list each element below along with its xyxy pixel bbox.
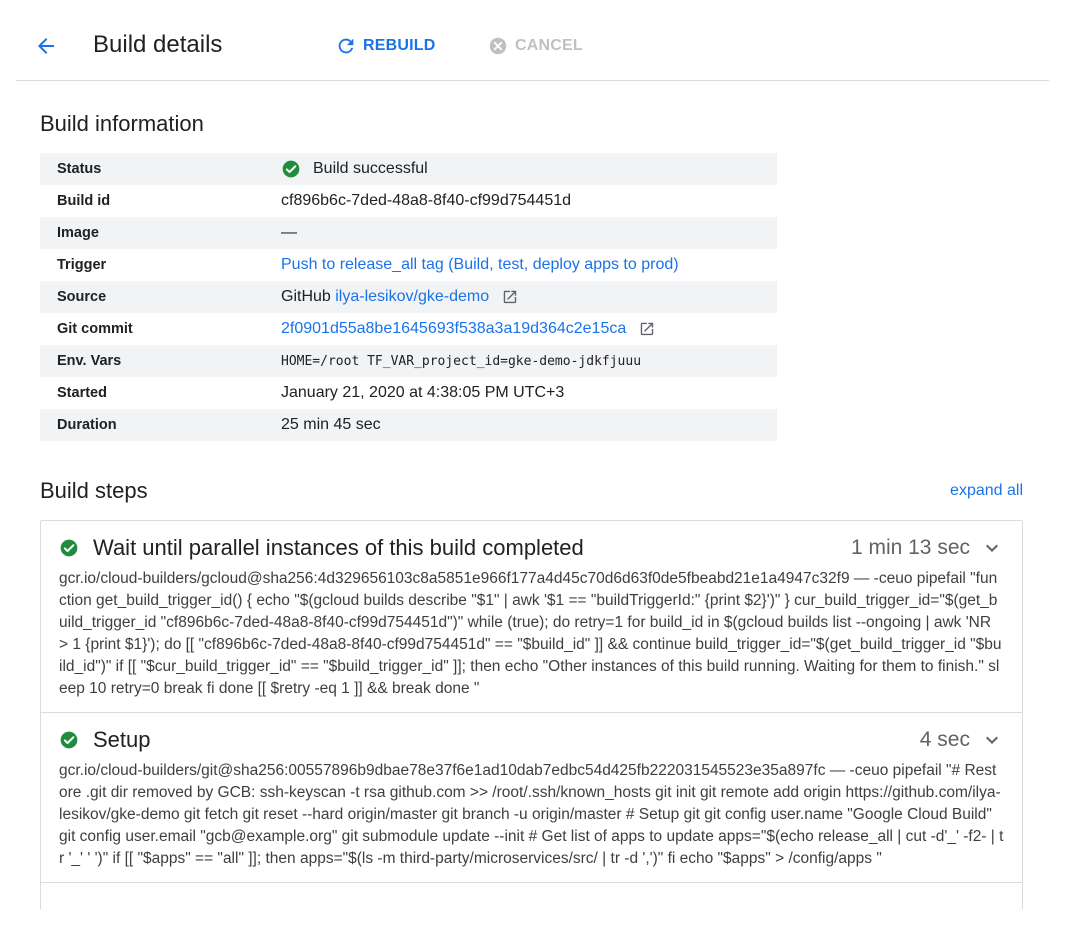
duration-value: 25 min 45 sec [281,416,381,433]
info-label: Trigger [57,257,107,273]
info-value: 2f0901d55a8be1645693f538a3a19d364c2e15ca [281,320,656,338]
info-value: Build successful [281,159,428,179]
step-header[interactable]: Setup 4 sec [59,727,1004,752]
step-duration: 1 min 13 sec [850,536,970,559]
info-row-source: Source GitHub ilya-lesikov/gke-demo [40,281,777,313]
build-info-table: Status Build successful Build id cf896b6… [40,153,777,441]
source-prefix: GitHub [281,288,331,305]
info-label: Source [57,289,107,305]
env-vars-value: HOME=/root TF_VAR_project_id=gke-demo-jd… [281,353,642,369]
info-row-started: Started January 21, 2020 at 4:38:05 PM U… [40,377,777,409]
cancel-circle-icon [489,37,507,55]
rebuild-label: REBUILD [363,37,436,54]
check-circle-icon [59,730,79,750]
step-command: gcr.io/cloud-builders/git@sha256:0055789… [59,762,1004,867]
chevron-down-icon[interactable] [980,728,1004,752]
info-label: Git commit [57,321,133,337]
info-label: Duration [57,417,117,433]
info-row-build-id: Build id cf896b6c-7ded-48a8-8f40-cf99d75… [40,185,777,217]
info-label: Started [57,385,107,401]
info-label: Status [57,161,102,177]
step-duration: 4 sec [919,728,970,751]
info-value: GitHub ilya-lesikov/gke-demo [281,288,519,306]
info-label: Image [57,225,99,241]
step-command: gcr.io/cloud-builders/gcloud@sha256:4d32… [59,570,1002,697]
info-row-env-vars: Env. Vars HOME=/root TF_VAR_project_id=g… [40,345,777,377]
info-row-git-commit: Git commit 2f0901d55a8be1645693f538a3a19… [40,313,777,345]
step-name: Setup [93,727,151,752]
step-header[interactable]: Wait until parallel instances of this bu… [59,535,1004,560]
open-in-new-icon[interactable] [501,288,519,306]
trigger-link[interactable]: Push to release_all tag (Build, test, de… [281,256,679,274]
page-title: Build details [93,31,223,58]
source-repo-link[interactable]: ilya-lesikov/gke-demo [335,288,489,306]
build-information-title: Build information [40,111,204,136]
chevron-down-icon[interactable] [980,536,1004,560]
expand-all-link[interactable]: expand all [950,482,1023,500]
refresh-icon [338,38,354,54]
cancel-button[interactable]: CANCEL [487,33,583,59]
rebuild-button[interactable]: REBUILD [335,33,436,59]
image-value: — [281,224,297,241]
info-row-image: Image — [40,217,777,249]
open-in-new-icon[interactable] [638,320,656,338]
back-button[interactable] [30,30,62,62]
started-value: January 21, 2020 at 4:38:05 PM UTC+3 [281,384,565,401]
build-steps-title: Build steps [40,478,148,503]
info-label: Build id [57,193,111,209]
info-label: Env. Vars [57,353,122,369]
info-row-trigger: Trigger Push to release_all tag (Build, … [40,249,777,281]
build-steps-list: Wait until parallel instances of this bu… [40,520,1023,910]
check-circle-icon [59,538,79,558]
info-row-duration: Duration 25 min 45 sec [40,409,777,441]
status-text: Build successful [313,160,428,177]
build-step[interactable]: Setup 4 sec gcr.io/cloud-builders/git@sh… [41,713,1022,883]
step-name: Wait until parallel instances of this bu… [93,535,584,560]
check-circle-icon [281,159,301,179]
cancel-label: CANCEL [515,37,583,54]
arrow-back-icon [38,38,54,54]
header-divider [16,80,1049,81]
info-row-status: Status Build successful [40,153,777,185]
git-commit-link[interactable]: 2f0901d55a8be1645693f538a3a19d364c2e15ca [281,320,626,338]
page-header: Build details REBUILD CANCEL [0,0,1065,81]
build-id-value: cf896b6c-7ded-48a8-8f40-cf99d754451d [281,192,572,209]
build-step[interactable]: Wait until parallel instances of this bu… [41,521,1022,713]
